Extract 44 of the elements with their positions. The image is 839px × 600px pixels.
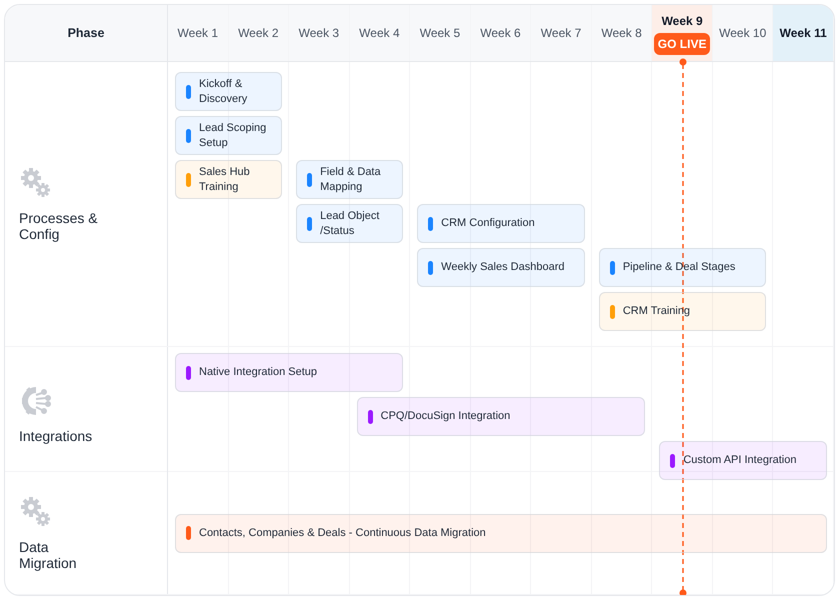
week-label: Week 7 xyxy=(540,25,582,42)
task-label: Lead Scoping Setup xyxy=(199,120,268,150)
week-label: Week 11 xyxy=(780,25,827,42)
week-label: Week 8 xyxy=(601,25,642,42)
task-bar[interactable]: Weekly Sales Dashboard xyxy=(417,248,585,287)
week-label: Week 2 xyxy=(238,25,279,42)
task-label: Custom API Integration xyxy=(683,453,796,468)
week-label: Week 4 xyxy=(359,25,400,42)
task-bar[interactable]: Sales Hub Training xyxy=(175,160,282,199)
task-bar[interactable]: CRM Training xyxy=(598,292,766,331)
task-label: Weekly Sales Dashboard xyxy=(441,260,564,275)
task-bar[interactable]: CPQ/DocuSign Integration xyxy=(356,397,646,436)
week-label: Week 5 xyxy=(420,25,460,42)
task-label: Contacts, Companies & Deals - Continuous Data Migration xyxy=(199,526,486,540)
task-bar[interactable]: Pipeline & Deal Stages xyxy=(598,248,766,287)
milestone-badge: GO LIVE xyxy=(654,32,710,54)
task-label: Sales Hub Training xyxy=(199,164,251,194)
gears-icon xyxy=(19,495,53,529)
task-label: CPQ/DocuSign Integration xyxy=(380,409,510,424)
column-header: Phase xyxy=(68,24,104,42)
phase-label: Data Migration xyxy=(19,539,78,571)
task-bar[interactable]: Field & Data Mapping xyxy=(296,160,404,199)
week-label: Week 10 xyxy=(719,25,766,42)
task-label: Field & Data Mapping xyxy=(320,164,382,194)
task-bar[interactable]: Contacts, Companies & Deals - Continuous Data Migration xyxy=(175,514,827,552)
gears-icon xyxy=(19,166,53,200)
task-bar[interactable]: Custom API Integration xyxy=(659,441,827,480)
task-bar[interactable]: Kickoff & Discovery xyxy=(175,72,282,111)
phase-label: Integrations xyxy=(19,428,94,444)
task-label: Pipeline & Deal Stages xyxy=(622,260,736,275)
week-label: Week 3 xyxy=(298,25,340,42)
task-bar[interactable]: Native Integration Setup xyxy=(175,353,404,392)
task-label: CRM Training xyxy=(622,304,690,319)
task-label: Native Integration Setup xyxy=(199,365,318,380)
task-label: Lead Object /Status xyxy=(320,208,380,238)
task-bar[interactable]: Lead Scoping Setup xyxy=(175,116,282,155)
task-bar[interactable]: CRM Configuration xyxy=(417,204,585,243)
week-label: Week 6 xyxy=(480,25,521,42)
phase-label: Processes & Config xyxy=(19,210,99,242)
task-bar[interactable]: Lead Object /Status xyxy=(296,204,404,243)
task-label: CRM Configuration xyxy=(441,216,535,231)
week-label: Week 1 xyxy=(178,25,218,42)
week-label: Week 9 xyxy=(662,12,703,30)
task-label: Kickoff & Discovery xyxy=(199,76,248,106)
